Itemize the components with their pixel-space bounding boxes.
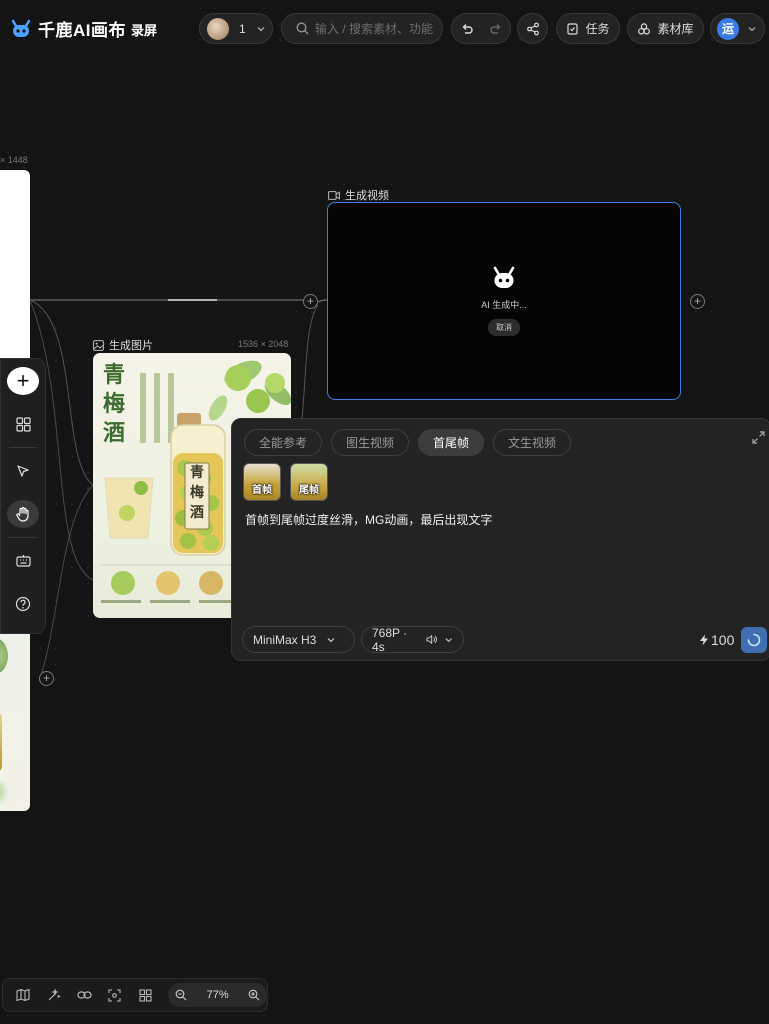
- minimap-button[interactable]: [13, 985, 33, 1005]
- last-frame-thumbnail[interactable]: 尾帧: [290, 463, 328, 501]
- cursor-icon: [17, 465, 29, 477]
- volume-icon: [426, 634, 438, 645]
- help-icon: [15, 596, 31, 612]
- video-node-title: 生成视频: [345, 190, 389, 202]
- keyboard-button[interactable]: [7, 547, 39, 575]
- help-button[interactable]: [7, 590, 39, 618]
- lightning-icon: [700, 634, 708, 646]
- model-value: MiniMax H3: [253, 632, 317, 647]
- tab-omni-reference[interactable]: 全能参考: [244, 429, 323, 456]
- auto-arrange-button[interactable]: [44, 985, 64, 1005]
- first-frame-label: 首帧: [252, 485, 272, 496]
- last-frame-label: 尾帧: [299, 485, 319, 496]
- cancel-button[interactable]: 取消: [488, 319, 520, 336]
- toolbar-divider: [9, 447, 37, 448]
- select-tool-button[interactable]: [7, 457, 39, 485]
- video-settings-select[interactable]: 768P · 4s: [361, 625, 464, 654]
- generate-button[interactable]: [741, 627, 767, 653]
- tab-image-to-video[interactable]: 图生视频: [331, 429, 410, 456]
- layout-button[interactable]: [136, 985, 156, 1005]
- video-icon: [328, 190, 340, 200]
- add-button[interactable]: +: [7, 367, 39, 396]
- tab-first-last-frame[interactable]: 首尾帧: [418, 429, 485, 456]
- loading-spinner-icon: [747, 633, 761, 647]
- deer-logo-icon: [493, 266, 515, 288]
- hand-tool-button[interactable]: [7, 500, 39, 529]
- link-icon: [77, 991, 92, 999]
- toolbar-divider: [9, 537, 37, 538]
- settings-value: 768P · 4s: [372, 625, 408, 654]
- zoom-level[interactable]: 77%: [207, 989, 229, 1001]
- focus-icon: [108, 988, 121, 1002]
- add-node-button[interactable]: +: [39, 671, 54, 686]
- magic-wand-icon: [48, 988, 61, 1001]
- tab-text-to-video[interactable]: 文生视频: [493, 429, 572, 456]
- chevron-down-icon: [327, 637, 335, 642]
- chevron-down-icon: [445, 637, 452, 642]
- first-frame-thumbnail[interactable]: 首帧: [243, 463, 281, 501]
- credit-value: 100: [711, 632, 735, 648]
- grid-icon: [139, 988, 152, 1002]
- bottle-label: 青梅酒: [190, 465, 204, 521]
- credit-cost: 100: [699, 632, 734, 648]
- image-icon: [93, 339, 104, 351]
- generation-status: AI 生成中...: [481, 300, 527, 310]
- image-node-size: 1536 × 2048: [238, 339, 289, 349]
- zoom-in-icon[interactable]: [248, 989, 260, 1001]
- keyboard-icon: [15, 555, 31, 568]
- add-node-button[interactable]: +: [303, 294, 318, 309]
- zoom-control: 77%: [168, 983, 267, 1007]
- link-button[interactable]: [74, 985, 94, 1005]
- fit-view-button[interactable]: [105, 985, 125, 1005]
- expand-icon[interactable]: [752, 431, 765, 444]
- zoom-out-icon[interactable]: [175, 989, 187, 1001]
- generation-panel: 全能参考 图生视频 首尾帧 文生视频 首帧 尾帧 首帧到尾帧过度丝滑，MG动画，…: [231, 418, 769, 661]
- grid-icon: [15, 416, 31, 432]
- add-output-button[interactable]: +: [690, 294, 705, 309]
- left-toolbar: +: [0, 358, 46, 634]
- model-select[interactable]: MiniMax H3: [242, 626, 355, 653]
- grid-button[interactable]: [7, 410, 39, 438]
- video-node[interactable]: AI 生成中... 取消: [327, 202, 681, 400]
- image-node-label: 生成图片: [93, 337, 153, 353]
- mode-tabs: 全能参考 图生视频 首尾帧 文生视频: [244, 429, 572, 456]
- prompt-text[interactable]: 首帧到尾帧过度丝滑，MG动画，最后出现文字: [245, 511, 492, 528]
- image-node-title: 生成图片: [109, 340, 153, 352]
- video-node-label: 生成视频: [328, 187, 389, 203]
- bottom-toolbar: 77%: [2, 978, 268, 1012]
- map-icon: [16, 988, 30, 1002]
- hand-icon: [16, 506, 29, 522]
